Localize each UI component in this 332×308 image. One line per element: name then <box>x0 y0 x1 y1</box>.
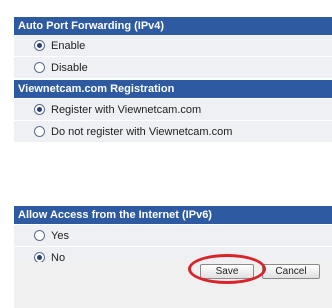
viewnetcam-no-register-row[interactable]: Do not register with Viewnetcam.com <box>14 121 332 143</box>
internet-access-yes-row[interactable]: Yes <box>14 225 332 247</box>
auto-port-disable-option[interactable]: Disable <box>34 62 88 74</box>
save-button[interactable]: Save <box>200 264 254 279</box>
radio-unchecked-icon[interactable] <box>34 230 45 241</box>
auto-port-enable-row[interactable]: Enable <box>14 35 332 57</box>
viewnetcam-no-register-option[interactable]: Do not register with Viewnetcam.com <box>34 126 232 138</box>
auto-port-disable-label: Disable <box>51 61 88 74</box>
cancel-button[interactable]: Cancel <box>262 264 320 279</box>
internet-access-yes-label: Yes <box>51 229 69 242</box>
viewnetcam-registration-header: Viewnetcam.com Registration <box>14 80 332 98</box>
viewnetcam-no-register-label: Do not register with Viewnetcam.com <box>51 125 233 138</box>
internet-access-header: Allow Access from the Internet (IPv6) <box>14 206 332 224</box>
auto-port-disable-row[interactable]: Disable <box>14 57 332 79</box>
auto-port-enable-label: Enable <box>51 39 86 52</box>
auto-port-enable-option[interactable]: Enable <box>34 40 85 52</box>
radio-checked-icon[interactable] <box>34 40 45 51</box>
auto-port-forwarding-header: Auto Port Forwarding (IPv4) <box>14 17 332 35</box>
viewnetcam-register-label: Register with Viewnetcam.com <box>51 103 202 116</box>
viewnetcam-register-row[interactable]: Register with Viewnetcam.com <box>14 99 332 121</box>
blank-spacer <box>14 143 332 205</box>
radio-checked-icon[interactable] <box>34 104 45 115</box>
radio-unchecked-icon[interactable] <box>34 62 45 73</box>
internet-access-yes-option[interactable]: Yes <box>34 230 69 242</box>
viewnetcam-register-option[interactable]: Register with Viewnetcam.com <box>34 104 201 116</box>
radio-unchecked-icon[interactable] <box>34 126 45 137</box>
